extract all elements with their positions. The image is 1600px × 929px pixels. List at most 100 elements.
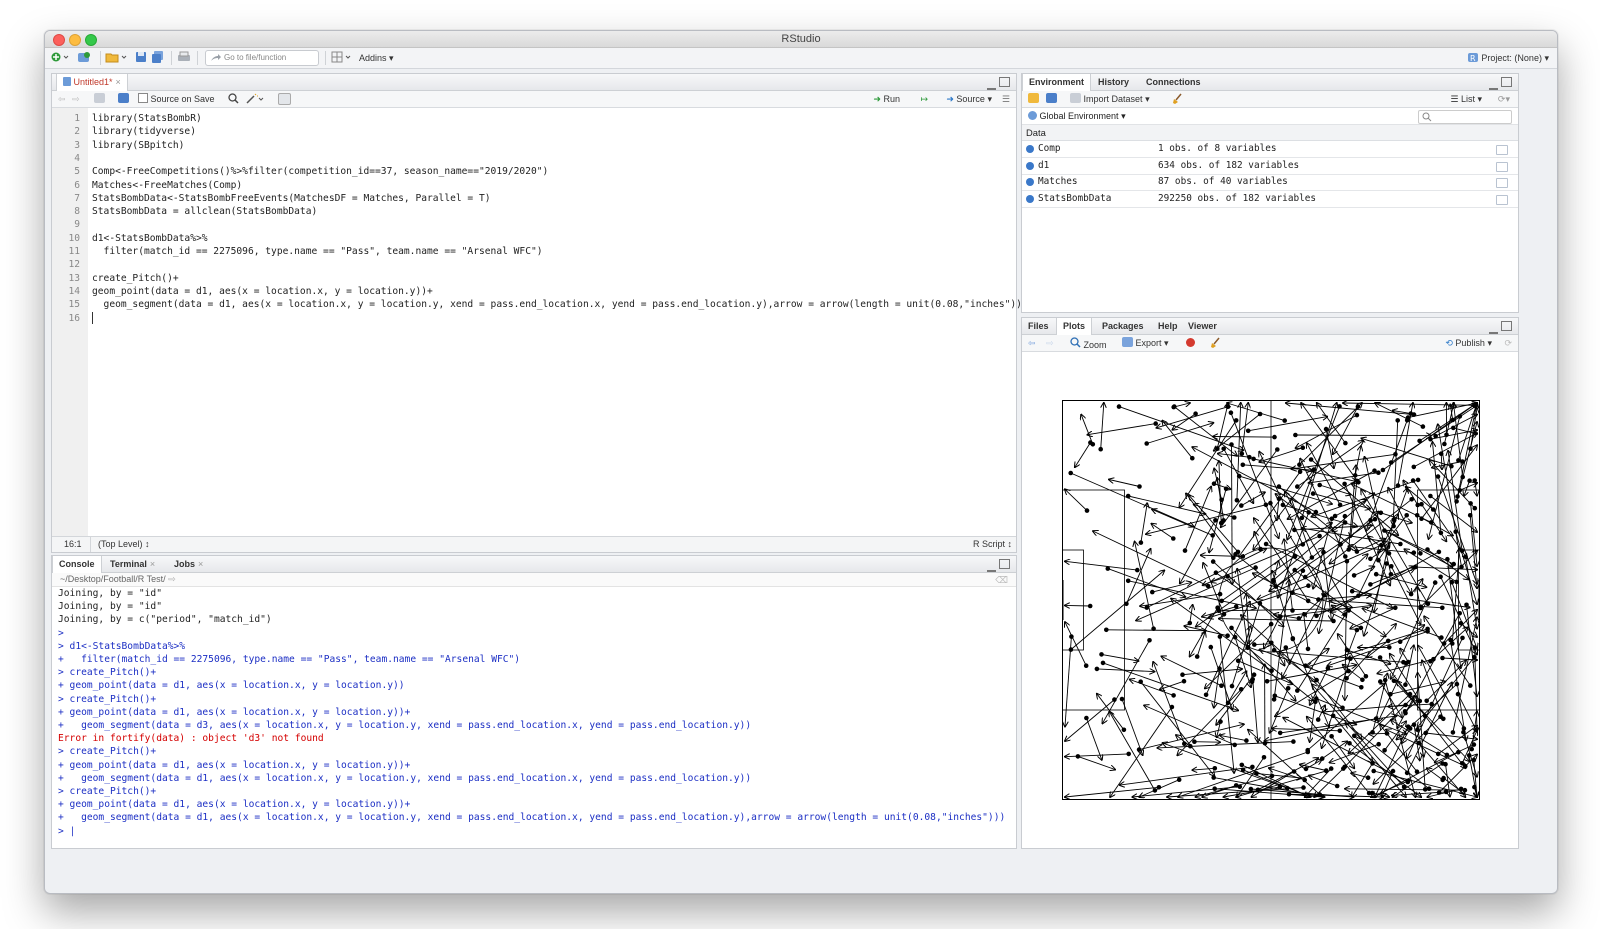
refresh-environment-button[interactable]: ⟳▾ <box>1498 93 1510 105</box>
source-on-save-checkbox[interactable]: Source on Save <box>138 93 215 105</box>
zoom-window-button[interactable] <box>85 34 97 46</box>
view-data-icon[interactable] <box>1496 161 1508 172</box>
code-tools-button[interactable] <box>246 93 264 105</box>
console-pane: Console Terminal × Jobs × ~/Desktop/Footba… <box>51 555 1017 849</box>
tab-jobs[interactable]: Jobs × <box>168 556 209 572</box>
environment-row[interactable]: d1 634 obs. of 182 variables <box>1022 158 1518 175</box>
minimize-pane-icon[interactable] <box>987 86 996 90</box>
tab-environment[interactable]: Environment <box>1022 74 1092 91</box>
next-plot-icon[interactable]: ⇨ <box>1046 337 1054 349</box>
pass-start-point <box>1414 769 1420 774</box>
pass-start-point <box>1436 790 1442 795</box>
pass-start-point <box>1451 561 1456 567</box>
view-data-icon[interactable] <box>1496 178 1508 188</box>
view-data-icon[interactable] <box>1496 145 1508 155</box>
tab-packages[interactable]: Packages <box>1096 318 1150 334</box>
new-project-button[interactable] <box>77 51 97 65</box>
previous-plot-icon[interactable]: ⇦ <box>1028 337 1036 349</box>
save-workspace-button[interactable] <box>1046 93 1057 105</box>
minimize-pane-icon[interactable] <box>987 568 996 572</box>
close-tab-icon[interactable]: × <box>116 77 121 87</box>
export-menu[interactable]: Export ▾ <box>1122 337 1169 349</box>
pass-start-point <box>1372 468 1377 473</box>
minimize-pane-icon[interactable] <box>1489 330 1498 334</box>
addins-menu[interactable]: Addins ▾ <box>359 51 394 65</box>
expand-icon[interactable] <box>1026 161 1034 170</box>
show-in-window-button[interactable] <box>94 93 105 105</box>
maximize-pane-icon[interactable] <box>1501 321 1512 331</box>
pass-start-point <box>1388 460 1394 465</box>
pass-start-point <box>1299 515 1305 521</box>
file-type-menu[interactable]: R Script ↕ <box>973 537 1012 552</box>
line-number: 14 <box>68 285 80 297</box>
expand-icon[interactable] <box>1026 145 1034 153</box>
clear-workspace-button[interactable] <box>1172 93 1184 105</box>
goto-file-input[interactable]: Go to file/function <box>205 50 319 66</box>
pass-start-point <box>1373 716 1379 721</box>
forward-arrow-icon[interactable]: ⇨ <box>72 93 80 105</box>
close-tab-icon[interactable]: × <box>150 559 155 569</box>
code-editor[interactable]: 1 library(StatsBombR) 2 library(tidyverse) 3… <box>52 108 1028 536</box>
tab-untitled1[interactable]: Untitled1* × <box>56 74 128 91</box>
print-button[interactable] <box>177 51 191 65</box>
document-outline-button[interactable]: ☰ <box>1002 93 1010 105</box>
maximize-pane-icon[interactable] <box>999 559 1010 569</box>
tab-history[interactable]: History <box>1092 74 1135 90</box>
expand-icon[interactable] <box>1026 178 1034 186</box>
project-menu[interactable]: R Project: (None) ▾ <box>1467 51 1549 65</box>
compile-report-button[interactable] <box>278 93 291 105</box>
load-workspace-button[interactable] <box>1028 93 1039 105</box>
pane-layout-button[interactable] <box>331 51 353 65</box>
view-mode-menu[interactable]: ☰ List ▾ <box>1450 93 1482 105</box>
rerun-button[interactable]: ↦ <box>920 93 928 105</box>
environment-row[interactable]: Comp 1 obs. of 8 variables <box>1022 141 1518 158</box>
tab-viewer[interactable]: Viewer <box>1182 318 1223 334</box>
source-button[interactable]: ➜ Source ▾ <box>946 93 992 105</box>
save-button[interactable] <box>135 51 147 65</box>
back-arrow-icon[interactable]: ⇦ <box>58 93 66 105</box>
new-file-button[interactable] <box>51 51 71 65</box>
publish-menu[interactable]: ⟲ Publish ▾ <box>1445 337 1492 349</box>
import-dataset-button[interactable]: Import Dataset ▾ <box>1070 93 1150 105</box>
pass-start-point <box>1413 564 1418 570</box>
close-window-button[interactable] <box>53 34 65 46</box>
minimize-window-button[interactable] <box>69 34 81 46</box>
tab-files[interactable]: Files <box>1022 318 1055 334</box>
tab-plots[interactable]: Plots <box>1056 318 1093 335</box>
minimize-pane-icon[interactable] <box>1489 86 1498 90</box>
find-replace-button[interactable] <box>228 93 239 105</box>
console-output[interactable]: Joining, by = "id" Joining, by = "id" Join… <box>52 587 1016 848</box>
environment-search-input[interactable] <box>1418 110 1512 124</box>
pass-start-point <box>1306 510 1311 515</box>
save-all-button[interactable] <box>151 51 165 65</box>
open-file-button[interactable] <box>105 51 129 65</box>
tab-console[interactable]: Console <box>52 556 102 573</box>
environment-row[interactable]: Matches 87 obs. of 40 variables <box>1022 174 1518 191</box>
view-data-icon[interactable] <box>1496 194 1508 205</box>
tab-connections[interactable]: Connections <box>1140 74 1207 90</box>
code-text: library(tidyverse) <box>92 126 196 138</box>
run-button[interactable]: ➜ Run <box>873 93 900 105</box>
tab-terminal[interactable]: Terminal × <box>104 556 161 572</box>
refresh-plot-button[interactable]: ⟳ <box>1504 337 1512 349</box>
close-tab-icon[interactable]: × <box>198 559 203 569</box>
expand-icon[interactable] <box>1026 194 1034 203</box>
maximize-pane-icon[interactable] <box>1501 77 1512 87</box>
code-text: Matches<-FreeMatches(Comp) <box>92 179 243 191</box>
clear-plots-button[interactable] <box>1210 337 1222 349</box>
maximize-pane-icon[interactable] <box>999 77 1010 87</box>
zoom-button[interactable]: Zoom <box>1070 337 1107 350</box>
global-environment-menu[interactable]: Global Environment ▾ <box>1028 110 1126 122</box>
environment-row[interactable]: StatsBombData 292250 obs. of 182 variable… <box>1022 191 1518 208</box>
pass-start-point <box>1472 403 1477 408</box>
remove-plot-button[interactable] <box>1186 337 1195 349</box>
line-number: 1 <box>74 113 80 124</box>
data-section-label: Data <box>1026 127 1046 138</box>
editor-save-button[interactable] <box>118 93 129 105</box>
tab-help[interactable]: Help <box>1152 318 1184 334</box>
cursor-position: 16:1 <box>64 539 82 549</box>
clear-console-icon[interactable]: ⌫ <box>995 574 1008 587</box>
pass-start-point <box>1354 478 1360 484</box>
scope-menu[interactable]: (Top Level) ↕ <box>98 537 150 552</box>
go-to-directory-icon[interactable]: ⇨ <box>168 574 176 584</box>
